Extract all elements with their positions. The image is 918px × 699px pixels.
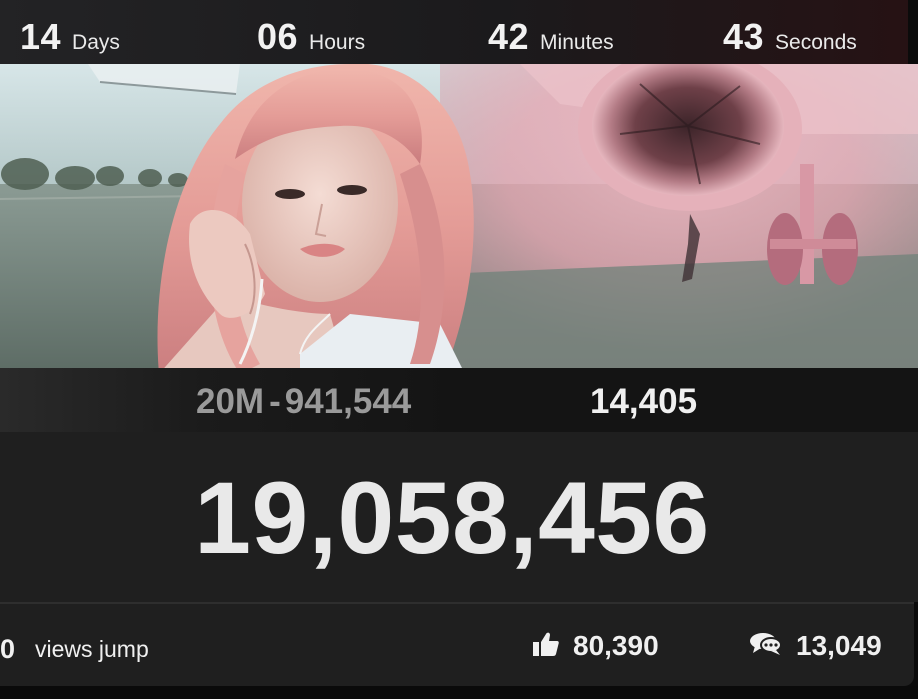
thumbnail-scene: [0, 64, 918, 368]
goal-separator: -: [269, 382, 281, 421]
countdown-days-value: 14: [20, 16, 62, 57]
views-jump-value: 0: [0, 634, 16, 664]
countdown-hours-label: Hours: [309, 31, 366, 54]
countdown-seconds-label: Seconds: [775, 31, 857, 54]
footer-metrics: 0 views jump 80,390 13,049: [0, 602, 914, 686]
countdown-days-label: Days: [72, 31, 120, 54]
views-gain: 14,405: [590, 382, 698, 421]
video-thumbnail[interactable]: [0, 64, 918, 368]
stats-row: 20M -941,544 14,405: [0, 368, 918, 432]
speech-bubbles-icon: [750, 632, 782, 661]
view-counter: 19,058,456: [0, 432, 918, 602]
countdown-seconds-value: 43: [723, 16, 765, 57]
remaining-value: 941,544: [284, 382, 412, 421]
countdown-minutes-value: 42: [488, 16, 530, 57]
view-count: 19,058,456: [194, 461, 710, 575]
views-jump-label: views jump: [35, 636, 149, 662]
countdown-minutes: 42 Minutes: [488, 16, 614, 58]
countdown-hours-value: 06: [257, 16, 299, 57]
countdown-hours: 06 Hours: [257, 16, 365, 58]
goal-label: 20M: [196, 382, 265, 421]
comments-metric: 13,049: [750, 630, 882, 662]
countdown-minutes-label: Minutes: [540, 31, 614, 54]
likes-metric: 80,390: [533, 630, 659, 662]
thumbs-up-icon: [533, 632, 559, 661]
likes-value: 80,390: [573, 630, 659, 661]
countdown-days: 14 Days: [20, 16, 120, 58]
countdown-bar: 14 Days 06 Hours 42 Minutes 43 Seconds: [0, 0, 908, 64]
bottom-strip: [0, 686, 918, 699]
comments-value: 13,049: [796, 630, 882, 661]
remaining-to-goal: 20M -941,544: [196, 382, 411, 422]
countdown-seconds: 43 Seconds: [723, 16, 857, 58]
